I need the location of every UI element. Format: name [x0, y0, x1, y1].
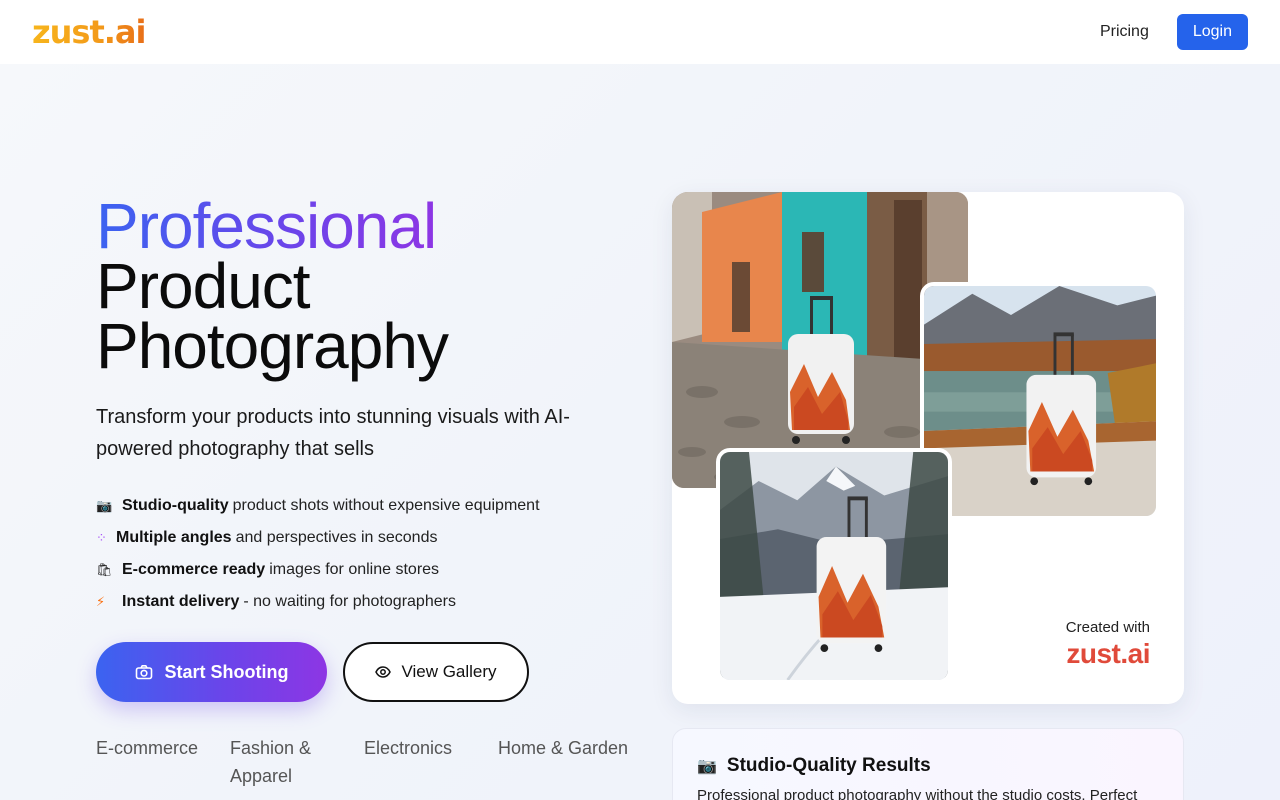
- feature-item: ⁘ Multiple angles and perspectives in se…: [96, 522, 636, 554]
- camera-icon: 📷: [697, 758, 717, 775]
- created-with-brand: zust.ai: [1066, 638, 1150, 669]
- pricing-link[interactable]: Pricing: [1100, 23, 1149, 41]
- product-photo-lake: [920, 282, 1160, 520]
- brand-logo[interactable]: zust.ai: [32, 16, 146, 48]
- camera-icon: 📷: [96, 498, 113, 513]
- card-title-text: Studio-Quality Results: [726, 755, 931, 776]
- start-shooting-label: Start Shooting: [164, 661, 289, 682]
- top-nav: zust.ai Pricing Login: [0, 0, 1280, 64]
- showcase-panel: Created with zust.ai: [672, 192, 1184, 704]
- studio-quality-card: 📷 Studio-Quality Results Professional pr…: [672, 728, 1184, 800]
- angles-icon: ⁘: [96, 530, 107, 545]
- feature-text: images for online stores: [269, 561, 440, 578]
- created-with-badge: Created with zust.ai: [1065, 619, 1151, 670]
- product-photo-snow: [716, 448, 952, 684]
- start-shooting-button[interactable]: Start Shooting: [96, 642, 327, 702]
- created-with-label: Created with: [1065, 619, 1150, 636]
- lightning-icon: ⚡: [96, 594, 106, 609]
- category-item[interactable]: Home & Garden: [498, 734, 632, 790]
- hero-title-line-3: Photography: [96, 310, 449, 382]
- hero-title-line-2: Product: [96, 250, 311, 322]
- camera-icon: [135, 665, 152, 680]
- eye-icon: [375, 666, 392, 678]
- shopping-bag-icon: 🛍: [96, 562, 113, 577]
- view-gallery-label: View Gallery: [401, 662, 497, 681]
- view-gallery-button[interactable]: View Gallery: [343, 642, 529, 702]
- nav-links: Pricing Login: [1100, 14, 1248, 50]
- feature-bold: Studio-quality: [122, 497, 229, 514]
- card-title: 📷 Studio-Quality Results: [697, 755, 1159, 777]
- login-button[interactable]: Login: [1176, 14, 1248, 50]
- category-item[interactable]: E-commerce: [96, 734, 230, 790]
- feature-text: - no waiting for photographers: [243, 593, 456, 610]
- feature-bold: E-commerce ready: [122, 561, 266, 578]
- feature-bold: Instant delivery: [122, 593, 240, 610]
- hero-title-highlight: Professional: [96, 190, 437, 262]
- card-description: Professional product photography without…: [697, 787, 1138, 800]
- hero-subtitle: Transform your products into stunning vi…: [96, 406, 570, 460]
- feature-list: 📷 Studio-quality product shots without e…: [96, 490, 636, 618]
- feature-item: 📷 Studio-quality product shots without e…: [96, 490, 636, 522]
- hero-title: Professional Product Photography: [96, 190, 636, 382]
- category-item[interactable]: Fashion & Apparel: [230, 734, 364, 790]
- category-list: E-commerce Fashion & Apparel Electronics…: [96, 734, 632, 790]
- feature-item: 🛍 E-commerce ready images for online sto…: [96, 554, 636, 586]
- category-item[interactable]: Electronics: [364, 734, 498, 790]
- feature-bold: Multiple angles: [116, 529, 232, 546]
- feature-text: product shots without expensive equipmen…: [232, 497, 540, 514]
- feature-text: and perspectives in seconds: [235, 529, 438, 546]
- feature-item: ⚡ Instant delivery - no waiting for phot…: [96, 586, 636, 618]
